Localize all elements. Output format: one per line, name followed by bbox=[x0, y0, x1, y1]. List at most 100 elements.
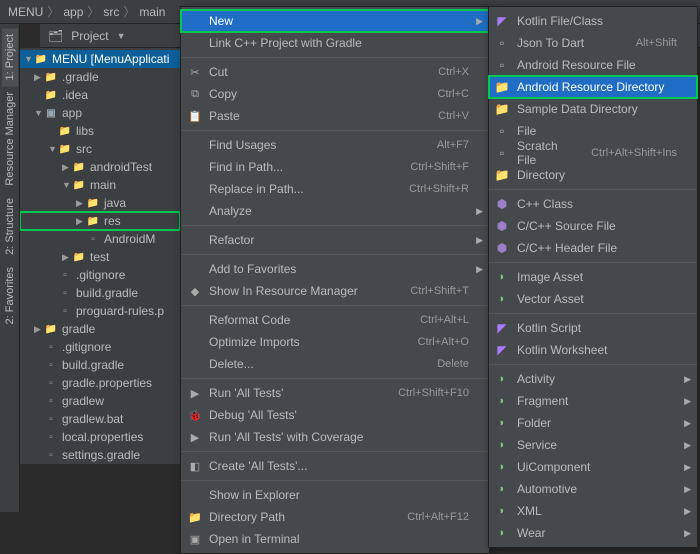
tree-row[interactable]: ▶📁gradle bbox=[20, 320, 180, 338]
menu-item[interactable]: ◗Fragment▶ bbox=[489, 390, 697, 412]
tree-row[interactable]: ▫AndroidM bbox=[20, 230, 180, 248]
menu-item[interactable]: 📁Directory PathCtrl+Alt+F12 bbox=[181, 506, 489, 528]
menu-item[interactable]: ⬢C/C++ Source File bbox=[489, 215, 697, 237]
menu-item[interactable]: ◤Kotlin Script bbox=[489, 317, 697, 339]
menu-item[interactable]: Reformat CodeCtrl+Alt+L bbox=[181, 309, 489, 331]
menu-item[interactable]: Analyze▶ bbox=[181, 200, 489, 222]
expand-icon[interactable]: ▼ bbox=[62, 180, 72, 190]
menu-item[interactable]: ◤Kotlin Worksheet bbox=[489, 339, 697, 361]
menu-item[interactable]: 📁Android Resource Directory bbox=[489, 76, 697, 98]
menu-item[interactable]: ◗XML▶ bbox=[489, 500, 697, 522]
menu-item[interactable]: ◗Vector Asset bbox=[489, 288, 697, 310]
menu-item[interactable]: ⧉CopyCtrl+C bbox=[181, 83, 489, 105]
menu-item[interactable]: Add to Favorites▶ bbox=[181, 258, 489, 280]
menu-item[interactable]: ⬢C/C++ Header File bbox=[489, 237, 697, 259]
tree-row[interactable]: ▫settings.gradle bbox=[20, 446, 180, 464]
menu-item[interactable]: ◆Show In Resource ManagerCtrl+Shift+T bbox=[181, 280, 489, 302]
expand-icon[interactable]: ▼ bbox=[34, 108, 44, 118]
expand-icon[interactable]: ▼ bbox=[24, 54, 34, 64]
menu-item[interactable]: 🐞Debug 'All Tests' bbox=[181, 404, 489, 426]
tree-row[interactable]: ▼📁MENU [MenuApplicati bbox=[20, 50, 180, 68]
tree-row[interactable]: ▶📁androidTest bbox=[20, 158, 180, 176]
menu-item[interactable]: ⬢C++ Class bbox=[489, 193, 697, 215]
tree-label: settings.gradle bbox=[62, 448, 140, 462]
tree-row[interactable]: ▫local.properties bbox=[20, 428, 180, 446]
menu-item[interactable]: ▶Run 'All Tests'Ctrl+Shift+F10 bbox=[181, 382, 489, 404]
tree-row[interactable]: 📁libs bbox=[20, 122, 180, 140]
menu-item[interactable]: Optimize ImportsCtrl+Alt+O bbox=[181, 331, 489, 353]
menu-icon: ◆ bbox=[187, 285, 203, 298]
tree-row[interactable]: ▫build.gradle bbox=[20, 284, 180, 302]
menu-item[interactable]: ✂CutCtrl+X bbox=[181, 61, 489, 83]
context-menu[interactable]: New▶Link C++ Project with Gradle ✂CutCtrl… bbox=[180, 6, 490, 554]
submenu-arrow-icon: ▶ bbox=[684, 528, 691, 539]
tree-row[interactable]: ▫gradle.properties bbox=[20, 374, 180, 392]
menu-item[interactable]: Replace in Path...Ctrl+Shift+R bbox=[181, 178, 489, 200]
menu-item[interactable]: ◗Folder▶ bbox=[489, 412, 697, 434]
expand-icon[interactable]: ▶ bbox=[76, 198, 86, 209]
expand-icon[interactable]: ▶ bbox=[34, 72, 44, 83]
tree-row[interactable]: ▫.gitignore bbox=[20, 266, 180, 284]
tree-row[interactable]: ▶📁.gradle bbox=[20, 68, 180, 86]
menu-item[interactable]: ◗Automotive▶ bbox=[489, 478, 697, 500]
menu-label: Find Usages bbox=[209, 138, 417, 152]
expand-icon[interactable]: ▶ bbox=[62, 252, 72, 263]
tree-row[interactable]: ▫gradlew bbox=[20, 392, 180, 410]
menu-item[interactable]: Show in Explorer bbox=[181, 484, 489, 506]
project-tree[interactable]: ▼📁MENU [MenuApplicati▶📁.gradle📁.idea▼▣ap… bbox=[20, 48, 180, 464]
menu-item[interactable]: ◗Service▶ bbox=[489, 434, 697, 456]
submenu-arrow-icon: ▶ bbox=[684, 440, 691, 451]
expand-icon[interactable]: ▶ bbox=[62, 162, 72, 173]
breadcrumb-item[interactable]: src bbox=[103, 5, 119, 19]
side-tab[interactable]: 2: Favorites bbox=[2, 261, 18, 330]
expand-icon[interactable]: ▶ bbox=[34, 324, 44, 335]
menu-item[interactable]: ◗UiComponent▶ bbox=[489, 456, 697, 478]
file-icon: ▫ bbox=[86, 234, 100, 245]
menu-item[interactable]: ◤Kotlin File/Class bbox=[489, 10, 697, 32]
menu-item[interactable]: New▶ bbox=[181, 10, 489, 32]
new-submenu[interactable]: ◤Kotlin File/Class▫Json To DartAlt+Shift… bbox=[488, 6, 698, 548]
menu-item[interactable]: ◧Create 'All Tests'... bbox=[181, 455, 489, 477]
tree-row[interactable]: ▶📁res bbox=[20, 212, 180, 230]
menu-item[interactable]: 📁Directory bbox=[489, 164, 697, 186]
side-tab[interactable]: 2: Structure bbox=[2, 192, 18, 261]
menu-item[interactable]: 📁Sample Data Directory bbox=[489, 98, 697, 120]
tree-row[interactable]: ▼📁main bbox=[20, 176, 180, 194]
tree-row[interactable]: ▫.gitignore bbox=[20, 338, 180, 356]
breadcrumb-item[interactable]: app bbox=[63, 5, 83, 19]
side-tab[interactable]: Resource Manager bbox=[2, 86, 18, 192]
menu-item[interactable]: ▣Open in Terminal bbox=[181, 528, 489, 550]
menu-item[interactable]: ▫Scratch FileCtrl+Alt+Shift+Ins bbox=[489, 142, 697, 164]
breadcrumb-item[interactable]: MENU bbox=[8, 5, 43, 19]
tree-row[interactable]: ▼▣app bbox=[20, 104, 180, 122]
tree-row[interactable]: ▶📁test bbox=[20, 248, 180, 266]
tree-row[interactable]: ▼📁src bbox=[20, 140, 180, 158]
expand-icon[interactable]: ▶ bbox=[76, 216, 86, 227]
tree-row[interactable]: ▫build.gradle bbox=[20, 356, 180, 374]
menu-item[interactable]: ▫Json To DartAlt+Shift bbox=[489, 32, 697, 54]
submenu-arrow-icon: ▶ bbox=[476, 16, 483, 27]
menu-item[interactable]: Link C++ Project with Gradle bbox=[181, 32, 489, 54]
menu-label: Android Resource Directory bbox=[517, 80, 677, 94]
menu-item[interactable]: ▶Run 'All Tests' with Coverage bbox=[181, 426, 489, 448]
side-tab[interactable]: 1: Project bbox=[2, 28, 18, 86]
tree-row[interactable]: 📁.idea bbox=[20, 86, 180, 104]
menu-item[interactable]: ◗Activity▶ bbox=[489, 368, 697, 390]
menu-item[interactable]: Refactor▶ bbox=[181, 229, 489, 251]
tree-label: .idea bbox=[62, 88, 88, 102]
tree-row[interactable]: ▶📁java bbox=[20, 194, 180, 212]
menu-label: Activity bbox=[517, 372, 677, 386]
menu-item[interactable]: ◗Wear▶ bbox=[489, 522, 697, 544]
expand-icon[interactable]: ▼ bbox=[48, 144, 58, 154]
menu-item[interactable]: 📋PasteCtrl+V bbox=[181, 105, 489, 127]
menu-item[interactable]: ◗Image Asset bbox=[489, 266, 697, 288]
chevron-down-icon[interactable]: ▼ bbox=[117, 31, 126, 41]
tree-row[interactable]: ▫gradlew.bat bbox=[20, 410, 180, 428]
project-mode[interactable]: Project bbox=[71, 29, 108, 43]
menu-item[interactable]: ▫Android Resource File bbox=[489, 54, 697, 76]
tree-row[interactable]: ▫proguard-rules.p bbox=[20, 302, 180, 320]
menu-item[interactable]: Find UsagesAlt+F7 bbox=[181, 134, 489, 156]
menu-item[interactable]: Find in Path...Ctrl+Shift+F bbox=[181, 156, 489, 178]
breadcrumb-item[interactable]: main bbox=[139, 5, 165, 19]
menu-item[interactable]: Delete...Delete bbox=[181, 353, 489, 375]
